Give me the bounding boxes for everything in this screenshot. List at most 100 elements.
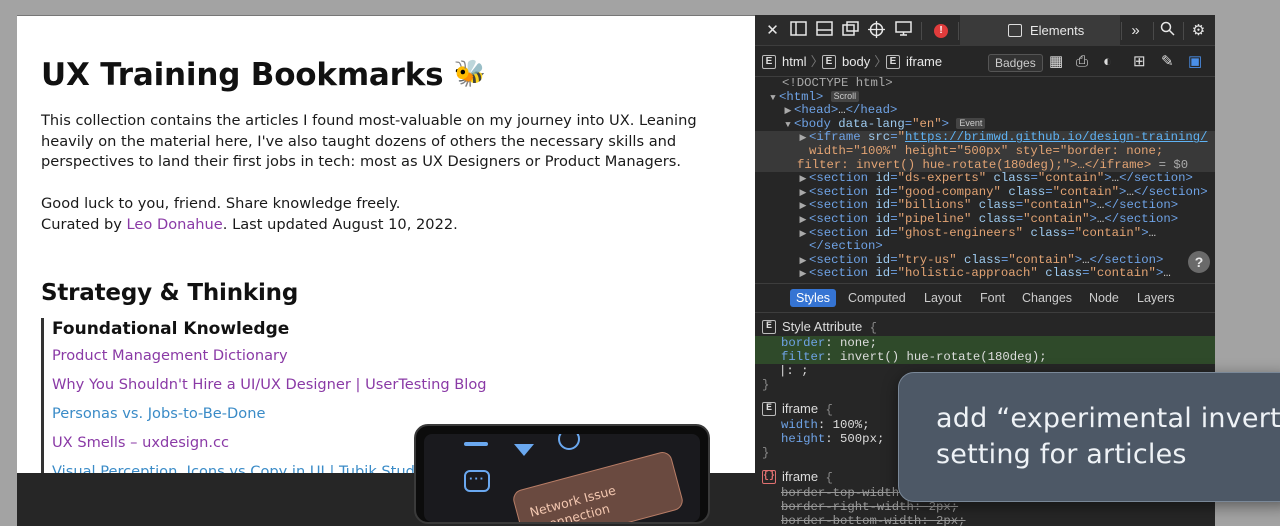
- iframe-selector: iframe: [782, 401, 819, 416]
- sidebar-tabs: Styles Computed Layout Font Changes Node…: [755, 283, 1215, 313]
- breadcrumb-label: html: [782, 54, 807, 69]
- dom-node-section[interactable]: ▶ <section id="good-company" class="conta…: [755, 185, 1215, 200]
- style-prop-overridden[interactable]: border-right-width: 2px;: [755, 500, 1215, 514]
- brush-icon[interactable]: ✎: [1161, 53, 1174, 71]
- page-title-text: UX Training Bookmarks: [41, 57, 444, 93]
- element-icon: E: [762, 55, 776, 69]
- breadcrumb-label: iframe: [906, 54, 943, 69]
- intro-paragraph: This collection contains the articles I …: [41, 112, 697, 170]
- ua-iframe-selector: iframe: [782, 469, 819, 484]
- dom-node-section[interactable]: ▶ <section id="holistic-approach" class="…: [755, 267, 1215, 281]
- element-icon: E: [762, 320, 776, 334]
- tab-changes[interactable]: Changes: [1022, 290, 1072, 306]
- dom-node-iframe[interactable]: ▶ <iframe src="https://brimwd.github.io/d…: [755, 131, 1215, 145]
- layers-grid-icon[interactable]: ⊞: [1133, 53, 1146, 71]
- dom-node-html[interactable]: ▼ <html> Scroll: [755, 90, 1215, 105]
- grid-layout-icon[interactable]: ▦: [1049, 53, 1063, 71]
- tab-elements-label: Elements: [1030, 23, 1085, 38]
- breadcrumb-label: body: [842, 54, 871, 69]
- dock-bottom-icon[interactable]: [815, 21, 834, 40]
- scroll-pill: Scroll: [830, 90, 860, 102]
- style-prop[interactable]: filter: invert() hue-rotate(180deg);: [755, 350, 1215, 364]
- appearance-icon[interactable]: ◐: [1103, 53, 1112, 71]
- section-title: Strategy & Thinking: [41, 280, 299, 306]
- error-icon[interactable]: !: [934, 24, 948, 38]
- caption-toast: add “experimental invert” setting for ar…: [898, 372, 1280, 502]
- subsection-title: Foundational Knowledge: [52, 319, 290, 339]
- search-icon[interactable]: [1158, 21, 1177, 40]
- print-icon[interactable]: ⎙: [1076, 53, 1088, 71]
- close-icon[interactable]: ✕: [763, 21, 782, 40]
- iframe-attrs: width="100%" height="500px" style="borde…: [809, 143, 1164, 158]
- more-tabs-icon[interactable]: »: [1126, 21, 1145, 40]
- dom-node-section-close: </section>: [809, 239, 883, 254]
- element-icon: E: [762, 402, 776, 416]
- devtools-tabbar: ✕ ! Elements » ⚙: [755, 15, 1215, 46]
- good-luck-text: Good luck to you, friend. Share knowledg…: [41, 195, 401, 212]
- dock-side-icon[interactable]: [789, 21, 808, 40]
- caption-line-2: setting for articles: [936, 439, 1187, 470]
- curated-suffix: . Last updated August 10, 2022.: [222, 215, 458, 233]
- bee-emoji: 🐝: [453, 58, 487, 88]
- tab-layers[interactable]: Layers: [1137, 290, 1175, 306]
- element-icon: E: [886, 55, 900, 69]
- tabbar-divider: [958, 22, 959, 40]
- iframe-filter-attr: filter: invert() hue-rotate(180deg);">…<…: [797, 157, 1152, 172]
- device-mockup: Network Issue r connection: [414, 424, 710, 524]
- credits: Good luck to you, friend. Share knowledg…: [41, 194, 721, 235]
- undock-icon[interactable]: [841, 21, 860, 40]
- tabbar-divider: [1183, 22, 1184, 40]
- caption-line-1: add “experimental invert”: [936, 403, 1280, 434]
- article-link[interactable]: Why You Shouldn't Hire a UI/UX Designer …: [52, 370, 721, 399]
- network-issue-text: Network Issue r connection: [527, 482, 618, 522]
- dom-node-head[interactable]: ▶ <head>…</head>: [755, 103, 1215, 118]
- triangle-icon: [514, 444, 534, 456]
- event-pill: Event: [956, 117, 986, 129]
- dom-node-section[interactable]: ▶ <section id="pipeline" class="contain">…: [755, 212, 1215, 227]
- element-picker-icon[interactable]: [867, 21, 886, 40]
- style-attribute-header: E Style Attribute {: [755, 320, 1215, 336]
- gear-icon[interactable]: ⚙: [1189, 21, 1208, 40]
- chat-icon: [464, 470, 490, 492]
- ua-icon: {}: [762, 470, 776, 484]
- help-icon[interactable]: ?: [1188, 251, 1210, 273]
- network-issue-card: Network Issue r connection: [511, 449, 685, 522]
- breadcrumb-html[interactable]: Ehtml 〉: [762, 55, 824, 69]
- doctype-text: <!DOCTYPE html>: [782, 77, 893, 90]
- element-icon: E: [822, 55, 836, 69]
- dom-tree: <!DOCTYPE html> ▼ <html> Scroll ▶ <head>…<…: [755, 77, 1215, 282]
- dom-node-body[interactable]: ▼ <body data-lang="en"> Event: [755, 117, 1215, 132]
- dom-node-section[interactable]: ▶ <section id="ds-experts" class="contain…: [755, 171, 1215, 186]
- gauge-icon: [558, 434, 580, 450]
- device-icon[interactable]: [894, 21, 913, 40]
- selected-marker: = $0: [1151, 157, 1189, 172]
- tab-styles[interactable]: Styles: [790, 289, 837, 307]
- dom-node-section[interactable]: ▶ <section id="try-us" class="contain">…<…: [755, 253, 1215, 268]
- page-title: UX Training Bookmarks 🐝: [41, 57, 486, 93]
- sidebar-toggle-icon[interactable]: ▣: [1188, 53, 1202, 71]
- dom-node-section[interactable]: ▶ <section id="ghost-engineers" class="co…: [755, 226, 1215, 241]
- tabbar-divider: [1153, 22, 1154, 40]
- tab-elements[interactable]: Elements: [960, 15, 1120, 46]
- style-prop-overridden[interactable]: border-bottom-width: 2px;: [755, 514, 1215, 526]
- dom-node-section[interactable]: ▶ <section id="billions" class="contain">…: [755, 199, 1215, 213]
- iframe-src-link[interactable]: https://brimwd.github.io/design-training…: [905, 130, 1208, 145]
- curator-link[interactable]: Leo Donahue: [127, 216, 223, 233]
- tab-layout[interactable]: Layout: [924, 290, 962, 306]
- tab-computed[interactable]: Computed: [848, 290, 906, 306]
- curated-line: Curated by Leo Donahue. Last updated Aug…: [41, 215, 721, 236]
- breadcrumb-iframe[interactable]: Eiframe: [886, 55, 942, 69]
- breadcrumb-body[interactable]: Ebody 〉: [822, 55, 887, 69]
- dom-node-doctype[interactable]: <!DOCTYPE html>: [755, 77, 1215, 91]
- tab-font[interactable]: Font: [980, 290, 1005, 306]
- article-link[interactable]: Product Management Dictionary: [52, 341, 721, 370]
- elements-icon: [1008, 24, 1022, 37]
- device-screen: Network Issue r connection: [424, 434, 700, 522]
- style-prop[interactable]: border: none;: [755, 336, 1215, 350]
- badges-button[interactable]: Badges: [988, 54, 1043, 72]
- style-attr-label: Style Attribute: [782, 319, 863, 334]
- curated-prefix: Curated by: [41, 215, 127, 233]
- dash-icon: [464, 442, 488, 446]
- tabbar-divider: [1121, 22, 1122, 40]
- tab-node[interactable]: Node: [1089, 290, 1119, 306]
